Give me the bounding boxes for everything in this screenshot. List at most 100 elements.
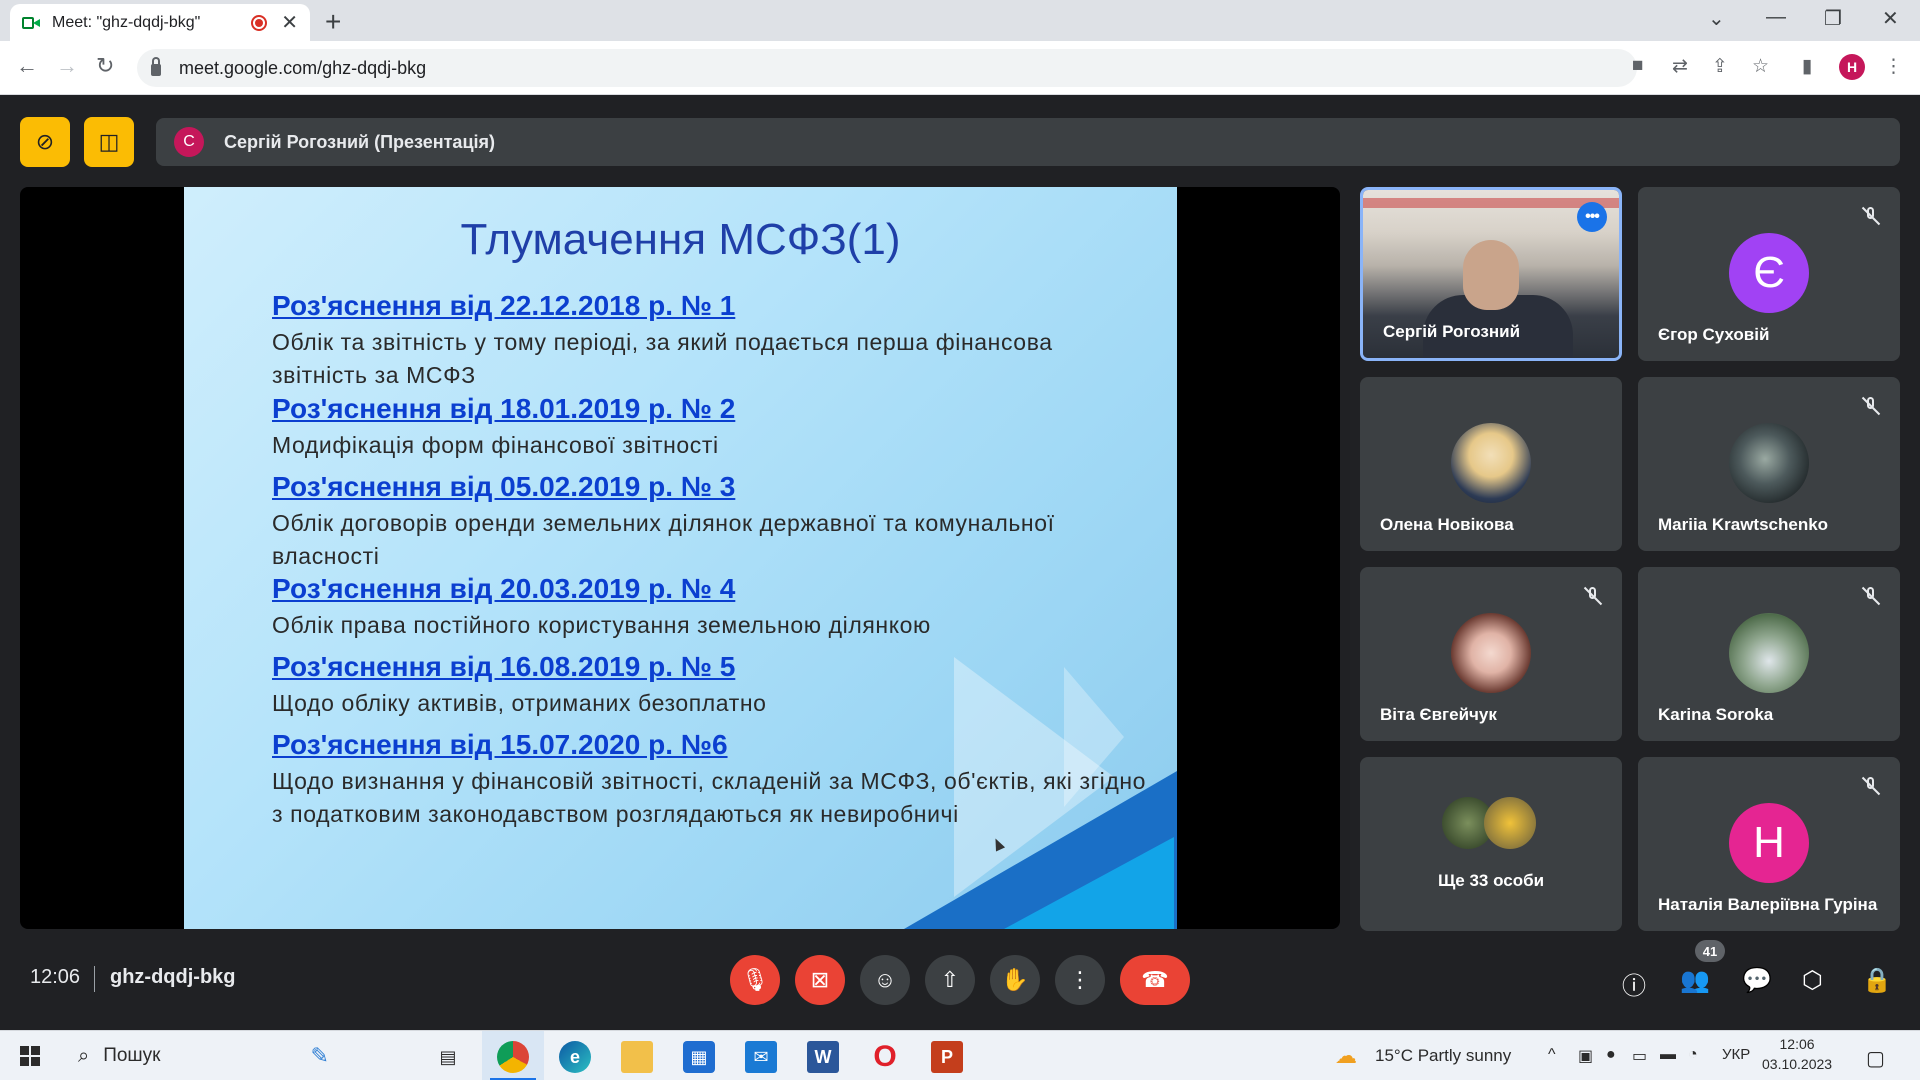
taskbar-time: 12:06 [1779, 1036, 1815, 1052]
tray-expand-icon[interactable]: ^ [1548, 1046, 1556, 1064]
search-label: Пошук [103, 1045, 161, 1066]
participant-photo [1451, 423, 1531, 503]
slide-item-link: Роз'яснення від 20.03.2019 р. № 4 [272, 573, 736, 604]
slide-item-link: Роз'яснення від 05.02.2019 р. № 3 [272, 471, 736, 502]
leave-call-button[interactable]: ☎ [1120, 955, 1190, 1005]
weather-text[interactable]: 15°C Partly sunny [1375, 1046, 1511, 1066]
edge-icon[interactable]: e [559, 1041, 591, 1073]
raise-hand-button[interactable]: ✋ [990, 955, 1040, 1005]
mic-off-button[interactable]: 🎙 [730, 955, 780, 1005]
reload-icon[interactable]: ↻ [96, 53, 114, 79]
stop-presenting-icon[interactable]: ⊘ [20, 117, 70, 167]
participant-tile-speaker[interactable]: ••• Сергій Рогозний [1360, 187, 1622, 361]
powerpoint-icon[interactable]: P [931, 1041, 963, 1073]
close-tab-icon[interactable]: ✕ [281, 10, 298, 35]
notifications-icon[interactable]: ▢ [1866, 1046, 1885, 1071]
language-indicator[interactable]: УКР [1722, 1046, 1750, 1063]
slide-decoration [1004, 837, 1174, 929]
side-panel-icon[interactable]: ▮ [1802, 55, 1812, 78]
chrome-icon[interactable] [497, 1041, 529, 1073]
wifi-icon[interactable]: ◔ [1688, 1046, 1698, 1064]
slide-item: Роз'яснення від 05.02.2019 р. № 3 Облік … [272, 471, 1152, 573]
participant-tile[interactable]: Н Наталія Валеріївна Гуріна [1638, 757, 1900, 931]
presenter-bar: С Сергій Рогозний (Презентація) [156, 118, 1900, 166]
file-explorer-icon[interactable] [621, 1041, 653, 1073]
participant-avatar: Є [1729, 233, 1809, 313]
browser-tab[interactable]: Meet: "ghz-dqdj-bkg" ✕ [10, 4, 310, 41]
taskbar-date: 03.10.2023 [1762, 1056, 1833, 1072]
people-icon[interactable]: 👥 [1680, 966, 1710, 995]
omnibox[interactable]: meet.google.com/ghz-dqdj-bkg [137, 49, 1637, 87]
meeting-code: ghz-dqdj-bkg [110, 966, 236, 988]
participant-tile[interactable]: Mariia Krawtschenko [1638, 377, 1900, 551]
present-button[interactable]: ⇧ [925, 955, 975, 1005]
participant-tile[interactable]: Олена Новікова [1360, 377, 1622, 551]
more-vert-icon: ⋮ [1069, 967, 1091, 992]
back-icon[interactable]: ← [16, 53, 38, 79]
minimize-icon[interactable]: — [1766, 6, 1786, 29]
task-view-icon[interactable]: ▤ [432, 1041, 464, 1073]
slide-item-desc: Модифікація форм фінансової звітності [272, 432, 719, 458]
chat-icon[interactable]: 💬 [1742, 966, 1772, 995]
participant-photo [1729, 613, 1809, 693]
microphone-icon[interactable]: ● [1606, 1046, 1616, 1064]
camera-off-button[interactable]: ⊠ [795, 955, 845, 1005]
windows-start-icon[interactable] [20, 1046, 40, 1066]
participant-name: Олена Новікова [1380, 515, 1514, 534]
translate-icon[interactable]: ⇄ [1672, 55, 1688, 78]
participant-photo [1484, 797, 1536, 849]
slide-item-desc: Облік та звітність у тому періоді, за як… [272, 329, 1053, 388]
tray-app-icon[interactable]: ▣ [1578, 1046, 1593, 1066]
close-window-icon[interactable]: ✕ [1882, 6, 1899, 31]
slide-item-link: Роз'яснення від 16.08.2019 р. № 5 [272, 651, 736, 682]
mic-off-icon [1860, 585, 1882, 607]
more-options-icon[interactable]: ••• [1577, 202, 1607, 232]
browser-menu-icon[interactable]: ⋮ [1884, 55, 1903, 78]
mail-icon[interactable]: ✉ [745, 1041, 777, 1073]
taskbar-clock[interactable]: 12:06 03.10.2023 [1762, 1034, 1832, 1074]
new-tab-button[interactable]: + [325, 6, 341, 38]
restore-icon[interactable]: ❐ [1824, 6, 1842, 31]
participant-tile[interactable]: Віта Євгейчук [1360, 567, 1622, 741]
hang-up-icon: ☎ [1141, 967, 1169, 992]
participant-tile-others[interactable]: Ще 33 особи [1360, 757, 1622, 931]
tab-search-icon[interactable]: ⌄ [1708, 6, 1725, 31]
mic-off-icon [1860, 395, 1882, 417]
participant-tile[interactable]: Є Єгор Суховій [1638, 187, 1900, 361]
info-icon[interactable]: ⓘ [1622, 966, 1646, 1001]
slide-item-desc: Щодо визнання у фінансовій звітності, ск… [272, 768, 1147, 827]
participant-tile[interactable]: Karina Soroka [1638, 567, 1900, 741]
host-controls-icon[interactable]: 🔒 [1862, 966, 1892, 995]
bookmark-star-icon[interactable]: ☆ [1752, 55, 1769, 78]
participant-photo [1729, 423, 1809, 503]
store-icon[interactable]: ▦ [683, 1041, 715, 1073]
activities-icon[interactable]: ⬡ [1802, 966, 1823, 995]
more-options-button[interactable]: ⋮ [1055, 955, 1105, 1005]
reactions-button[interactable]: ☺ [860, 955, 910, 1005]
recording-icon [251, 14, 268, 31]
forward-icon[interactable]: → [56, 53, 78, 79]
word-icon[interactable]: W [807, 1041, 839, 1073]
participant-video-head [1463, 240, 1519, 310]
browser-tab-strip: Meet: "ghz-dqdj-bkg" ✕ + ⌄ — ❐ ✕ [0, 0, 1920, 41]
participant-count-badge: 41 [1695, 940, 1725, 962]
participant-name: Mariia Krawtschenko [1658, 515, 1829, 534]
slide-title: Тлумачення МСФЗ(1) [460, 215, 901, 264]
share-icon[interactable]: ⇪ [1712, 55, 1728, 78]
taskbar-search[interactable]: ⌕ Пошук ✎ [60, 1031, 420, 1080]
weather-icon: ☁ [1335, 1043, 1357, 1068]
layout-icon[interactable]: ◫ [84, 117, 134, 167]
address-bar: ← → ↻ meet.google.com/ghz-dqdj-bkg ■ ⇄ ⇪… [0, 41, 1920, 95]
mic-off-icon [1860, 775, 1882, 797]
slide-item-link: Роз'яснення від 18.01.2019 р. № 2 [272, 393, 736, 424]
battery-icon[interactable]: ▬ [1660, 1046, 1676, 1064]
profile-avatar[interactable]: H [1839, 54, 1865, 80]
mic-off-icon [1860, 205, 1882, 227]
opera-icon[interactable]: O [869, 1040, 901, 1073]
camera-off-icon: ⊠ [810, 967, 830, 992]
google-meet-icon [22, 15, 40, 31]
presentation-stage: Тлумачення МСФЗ(1) Роз'яснення від 22.12… [20, 187, 1340, 929]
display-icon[interactable]: ▭ [1632, 1046, 1647, 1066]
tab-title: Meet: "ghz-dqdj-bkg" [52, 13, 201, 31]
camera-icon[interactable]: ■ [1632, 55, 1643, 77]
